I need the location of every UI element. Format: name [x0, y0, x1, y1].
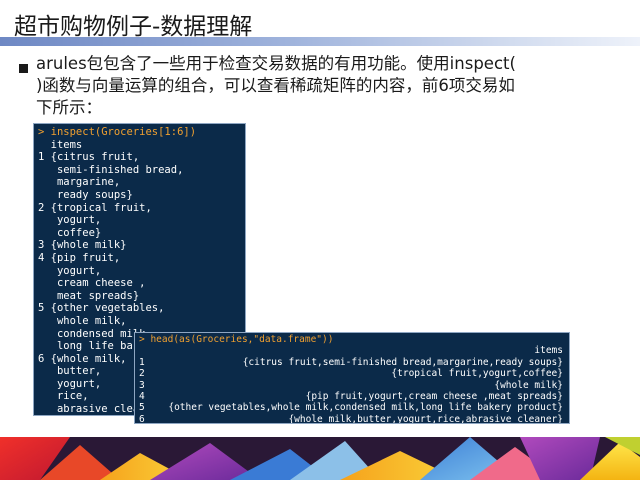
table-row: 5 {other vegetables,whole milk,condensed… [139, 402, 565, 413]
console-line: 2 {tropical fruit, [38, 201, 152, 214]
console-line: ready soups} [38, 188, 133, 201]
row-index: 1 [139, 356, 145, 368]
console-line: yogurt, [38, 214, 102, 227]
bullet-paragraph: arules包包含了一些用于检查交易数据的有用功能。使用inspect( )函数… [36, 54, 516, 117]
console-line: coffee} [38, 226, 102, 239]
console-line: 3 {whole milk} [38, 239, 127, 252]
row-items: {tropical fruit,yogurt,coffee} [391, 368, 563, 380]
console-line: 1 {citrus fruit, [38, 151, 140, 164]
console-line: meat spreads} [38, 289, 140, 302]
title-underline-bar [0, 37, 640, 46]
footer-decoration [0, 437, 640, 480]
row-index: 6 [139, 413, 145, 424]
inspect-command-line: > inspect(Groceries[1:6]) [38, 126, 197, 138]
row-items: {citrus fruit,semi-finished bread,margar… [242, 356, 563, 368]
row-items: {whole milk,butter,yogurt,rice,abrasive … [288, 413, 563, 424]
row-index: 3 [139, 379, 145, 391]
table-row: 3 {whole milk} [139, 380, 565, 391]
head-console-output: > head(as(Groceries,"data.frame")) items… [134, 332, 570, 424]
head-command-line: > head(as(Groceries,"data.frame")) [139, 334, 334, 345]
slide-title: 超市购物例子-数据理解 [14, 14, 253, 40]
table-row: 6 {whole milk,butter,yogurt,rice,abrasiv… [139, 413, 565, 424]
row-index: 4 [139, 390, 145, 402]
row-index: 5 [139, 402, 145, 414]
console-line: items [38, 138, 83, 151]
table-header-row: items [139, 345, 565, 356]
row-items: {pip fruit,yogurt,cream cheese ,meat spr… [305, 390, 563, 402]
console-line: semi-finished bread, [38, 163, 184, 176]
console-line: yogurt, [38, 264, 102, 277]
console-line: whole milk, [38, 314, 127, 327]
table-row: 1 {citrus fruit,semi-finished bread,marg… [139, 357, 565, 368]
console-line: 4 {pip fruit, [38, 251, 121, 264]
row-items: {other vegetables,whole milk,condensed m… [168, 402, 563, 414]
console-line: margarine, [38, 176, 121, 189]
bullet-square-icon [19, 64, 28, 73]
table-row: 4 {pip fruit,yogurt,cream cheese ,meat s… [139, 391, 565, 402]
items-column-header: items [534, 345, 563, 357]
row-items: {whole milk} [494, 379, 563, 391]
row-index: 2 [139, 368, 145, 380]
console-line: 5 {other vegetables, [38, 302, 165, 315]
table-row: 2 {tropical fruit,yogurt,coffee} [139, 368, 565, 379]
console-line: cream cheese , [38, 277, 146, 290]
